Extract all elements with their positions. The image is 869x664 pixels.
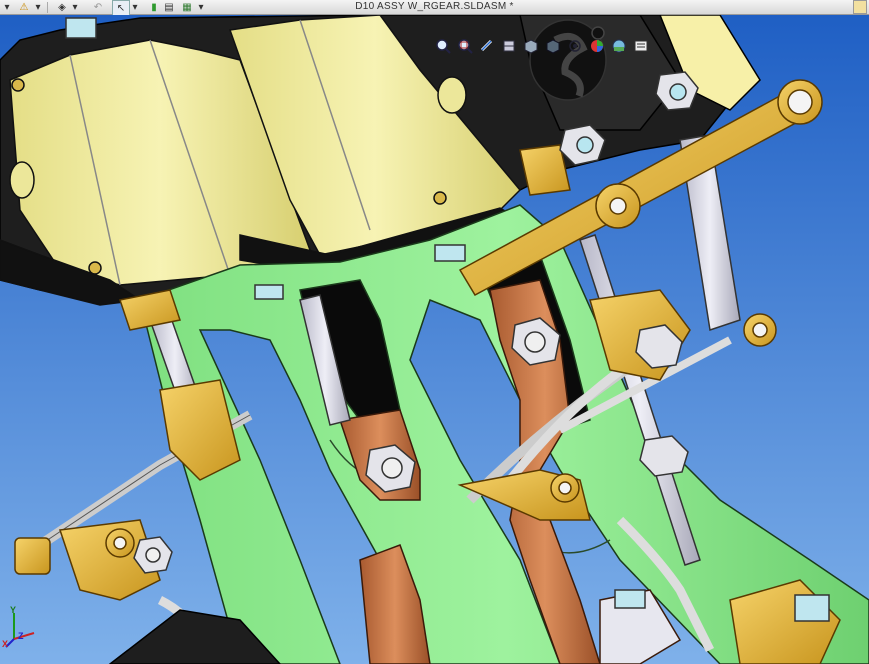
triad-x-label: X: [2, 639, 9, 649]
edit-appearance-icon[interactable]: [588, 37, 606, 55]
view-orientation-icon[interactable]: [522, 37, 540, 55]
apply-scene-icon[interactable]: [610, 37, 628, 55]
heads-up-view-toolbar: [434, 33, 650, 59]
search-box-icon[interactable]: [853, 0, 867, 14]
document-title: D10 ASSY W_RGEAR.SLDASM *: [355, 1, 514, 12]
display-style-icon[interactable]: [544, 37, 562, 55]
view-settings-icon[interactable]: [632, 37, 650, 55]
section-view-icon[interactable]: [500, 37, 518, 55]
zoom-to-area-icon[interactable]: [456, 37, 474, 55]
triad-y-label: Y: [10, 605, 17, 615]
reference-triad: Y X Z: [0, 605, 40, 651]
previous-view-icon[interactable]: [478, 37, 496, 55]
title-bar: ▾ ⚠ ▾ ◈ ▾ ↶ ↖ ▾ ▮ ▤ ▦ ▾ D10 ASSY W_RGEAR…: [0, 0, 869, 16]
hide-show-items-icon[interactable]: [566, 37, 584, 55]
model-view: [0, 15, 869, 664]
triad-z-label: Z: [18, 631, 24, 641]
graphics-area[interactable]: Y X Z: [0, 15, 869, 664]
zoom-to-fit-icon[interactable]: [434, 37, 452, 55]
